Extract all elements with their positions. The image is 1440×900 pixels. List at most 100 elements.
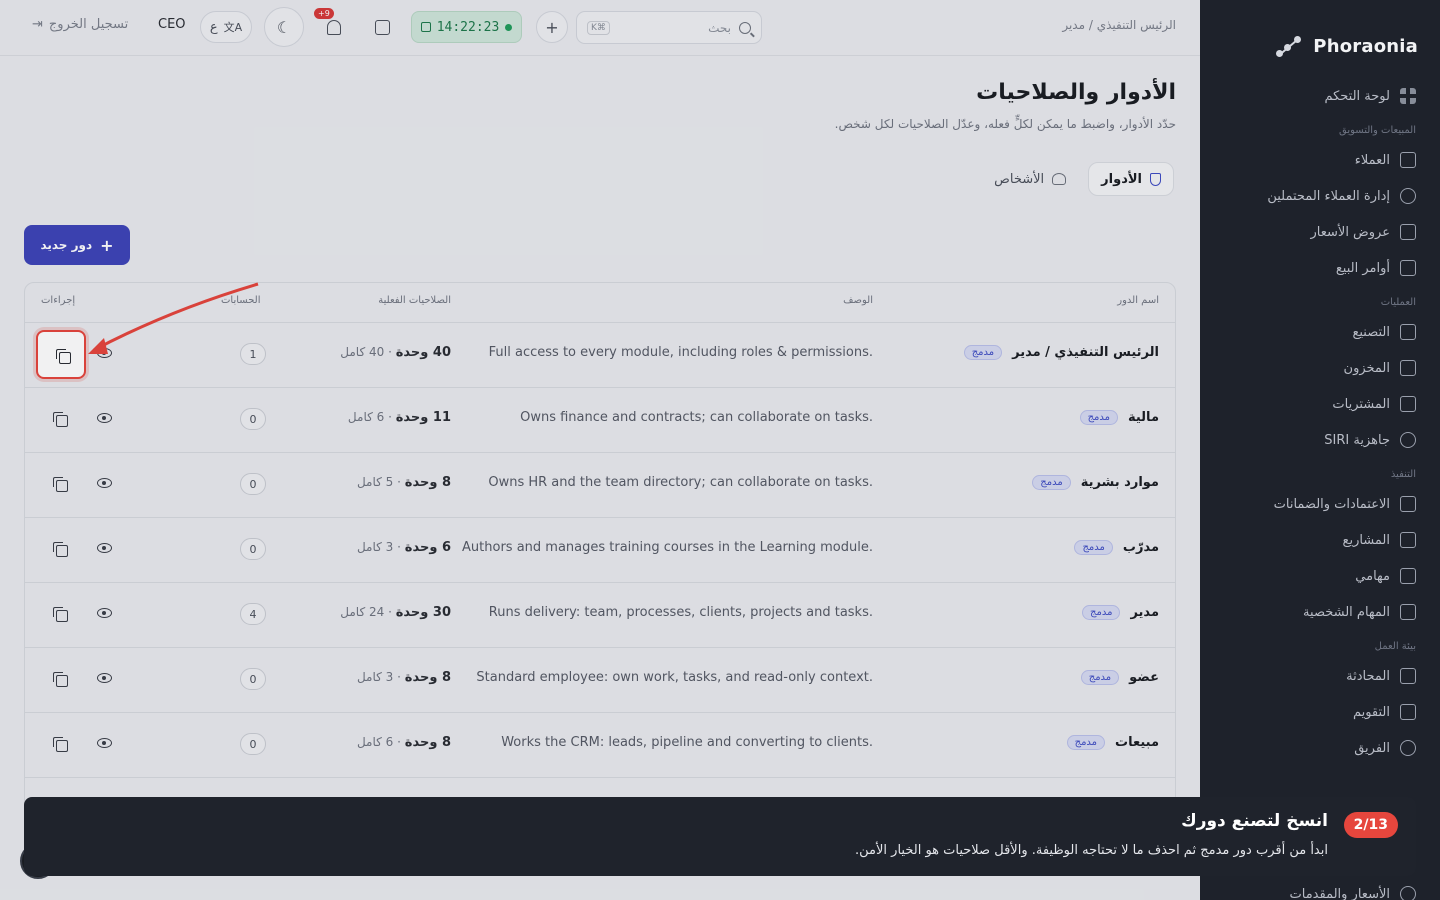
stop-icon — [420, 22, 431, 32]
role-description: Works the CRM: leads, pipeline and conve… — [501, 735, 873, 750]
role-permissions: 8 وحدة · 6 كامل — [356, 735, 451, 750]
copy-icon — [56, 349, 71, 364]
sidebar-item-siri-readiness[interactable]: جاهزية SIRI — [1200, 422, 1440, 458]
copy-icon[interactable] — [53, 737, 68, 752]
tour-tooltip: 2/13 انسخ لتصنع دورك ابدأ من أقرب دور مد… — [24, 797, 1416, 876]
clipboard-icon — [1400, 260, 1416, 276]
brand-name: Phoraonia — [1313, 35, 1418, 57]
copy-icon[interactable] — [53, 542, 68, 557]
document-icon — [1400, 224, 1416, 240]
gauge-icon — [1400, 432, 1416, 448]
table-row[interactable]: عضو مدمج Standard employee: own work, tas… — [25, 648, 1175, 713]
shield-icon — [1150, 172, 1161, 186]
sidebar: Phoraonia لوحة التحكم المبيعات والتسويق … — [1200, 0, 1440, 900]
role-description: Full access to every module, including r… — [488, 345, 873, 360]
table-row[interactable]: مبيعات مدمج Works the CRM: leads, pipelin… — [25, 713, 1175, 778]
view-icon[interactable] — [97, 543, 112, 553]
tour-step-badge: 2/13 — [1343, 812, 1398, 838]
brand[interactable]: Phoraonia — [1200, 0, 1440, 72]
highlighted-copy-button[interactable] — [36, 330, 86, 379]
sidebar-item-projects[interactable]: المشاريع — [1200, 522, 1440, 558]
theme-toggle-button[interactable]: ☾ — [264, 7, 304, 47]
new-role-label: دور جديد — [40, 238, 93, 252]
role-name: موارد بشرية مدمج — [1032, 475, 1159, 490]
add-button[interactable]: + — [536, 11, 568, 43]
view-icon[interactable] — [97, 478, 112, 488]
calendar-icon — [1400, 704, 1416, 720]
role-permissions: 8 وحدة · 5 كامل — [356, 475, 451, 490]
logout-label: تسجيل الخروج — [48, 17, 129, 32]
role-description: Authors and manages training courses in … — [462, 540, 873, 555]
role-permissions: 30 وحدة · 24 كامل — [340, 605, 451, 620]
sidebar-item-quotes[interactable]: عروض الأسعار — [1200, 214, 1440, 250]
sidebar-item-inventory[interactable]: المخزون — [1200, 350, 1440, 386]
role-description: Owns HR and the team directory; can coll… — [488, 475, 873, 490]
copy-icon[interactable] — [53, 672, 68, 687]
tour-pointer-arrow — [88, 282, 259, 354]
sidebar-item-manufacturing[interactable]: التصنيع — [1200, 314, 1440, 350]
header-actions: إجراءات — [41, 295, 76, 306]
sidebar-item-calendar[interactable]: التقويم — [1200, 694, 1440, 730]
builtin-badge: مدمج — [1079, 410, 1118, 425]
plus-icon: + — [545, 17, 559, 37]
tab-people[interactable]: الأشخاص — [982, 162, 1078, 196]
sidebar-item-purchasing[interactable]: المشتريات — [1200, 386, 1440, 422]
tab-people-label: الأشخاص — [994, 171, 1045, 187]
sidebar-section: المبيعات والتسويق — [1339, 124, 1416, 136]
sidebar-item-chat[interactable]: المحادثة — [1200, 658, 1440, 694]
session-clock: 14:22:23 — [411, 11, 522, 43]
calendar-button[interactable] — [366, 11, 398, 43]
breadcrumb: الرئيس التنفيذي / مدير — [1062, 18, 1176, 32]
view-icon[interactable] — [97, 673, 112, 683]
sidebar-item-my-tasks[interactable]: مهامي — [1200, 558, 1440, 594]
sidebar-item-team[interactable]: الفريق — [1200, 730, 1440, 766]
header-name: اسم الدور — [1117, 295, 1159, 306]
table-row[interactable]: مدرّب مدمج Authors and manages training c… — [25, 518, 1175, 583]
tab-roles[interactable]: الأدوار — [1088, 162, 1174, 196]
logout-button[interactable]: تسجيل الخروج ⇥ — [32, 17, 128, 32]
search-input[interactable]: K⌘ بحث — [576, 11, 762, 44]
sidebar-item-leads[interactable]: إدارة العملاء المحتملين — [1200, 178, 1440, 214]
accounts-count: 0 — [240, 733, 266, 755]
user-role[interactable]: CEO — [158, 17, 186, 32]
builtin-badge: مدمج — [1080, 670, 1120, 685]
builtin-badge: مدمج — [1074, 540, 1113, 555]
sidebar-item-dashboard[interactable]: لوحة التحكم — [1200, 78, 1440, 114]
view-icon[interactable] — [97, 413, 112, 423]
new-role-button[interactable]: + دور جديد — [24, 225, 130, 265]
accounts-count: 0 — [240, 408, 266, 430]
sidebar-item-customers[interactable]: العملاء — [1200, 142, 1440, 178]
view-icon[interactable] — [97, 738, 112, 748]
sidebar-item-certifications[interactable]: الاعتمادات والضمانات — [1200, 486, 1440, 522]
language-switch[interactable]: ع 文A — [200, 11, 252, 43]
builtin-badge: مدمج — [1032, 475, 1071, 490]
accounts-count: 4 — [240, 603, 266, 625]
copy-icon[interactable] — [53, 412, 68, 427]
header-perms: الصلاحيات الفعلية — [378, 295, 451, 306]
role-name: الرئيس التنفيذي / مدير مدمج — [963, 345, 1159, 360]
status-dot — [505, 23, 513, 31]
sidebar-section: بيئة العمل — [1374, 640, 1416, 652]
table-row[interactable]: مالية مدمج Owns finance and contracts; ca… — [25, 388, 1175, 453]
bell-icon — [327, 19, 341, 35]
topbar: الرئيس التنفيذي / مدير K⌘ بحث + 14:22:23… — [0, 0, 1200, 56]
people-icon — [1052, 173, 1067, 185]
sidebar-item-sales-orders[interactable]: أوامر البيع — [1200, 250, 1440, 286]
builtin-badge: مدمج — [1066, 735, 1106, 750]
chart-icon — [1400, 532, 1416, 548]
view-icon[interactable] — [97, 608, 112, 618]
clipboard-icon — [1400, 604, 1416, 620]
tour-body: ابدأ من أقرب دور مدمج ثم احذف ما لا تحتا… — [855, 843, 1328, 858]
calendar-icon — [374, 19, 390, 35]
sidebar-item-personal-tasks[interactable]: المهام الشخصية — [1200, 594, 1440, 630]
copy-icon[interactable] — [53, 477, 68, 492]
builtin-badge: مدمج — [1082, 605, 1121, 620]
sidebar-item-pricing[interactable]: الأسعار والمقدمات — [1290, 876, 1440, 900]
cart-icon — [1400, 396, 1416, 412]
translate-icon: 文A — [223, 21, 243, 34]
sidebar-section: العمليات — [1380, 296, 1416, 308]
copy-icon[interactable] — [53, 607, 68, 622]
accounts-count: 0 — [240, 668, 266, 690]
table-row[interactable]: موارد بشرية مدمج Owns HR and the team dir… — [25, 453, 1175, 518]
table-row[interactable]: مدير مدمج Runs delivery: team, processes,… — [25, 583, 1175, 648]
